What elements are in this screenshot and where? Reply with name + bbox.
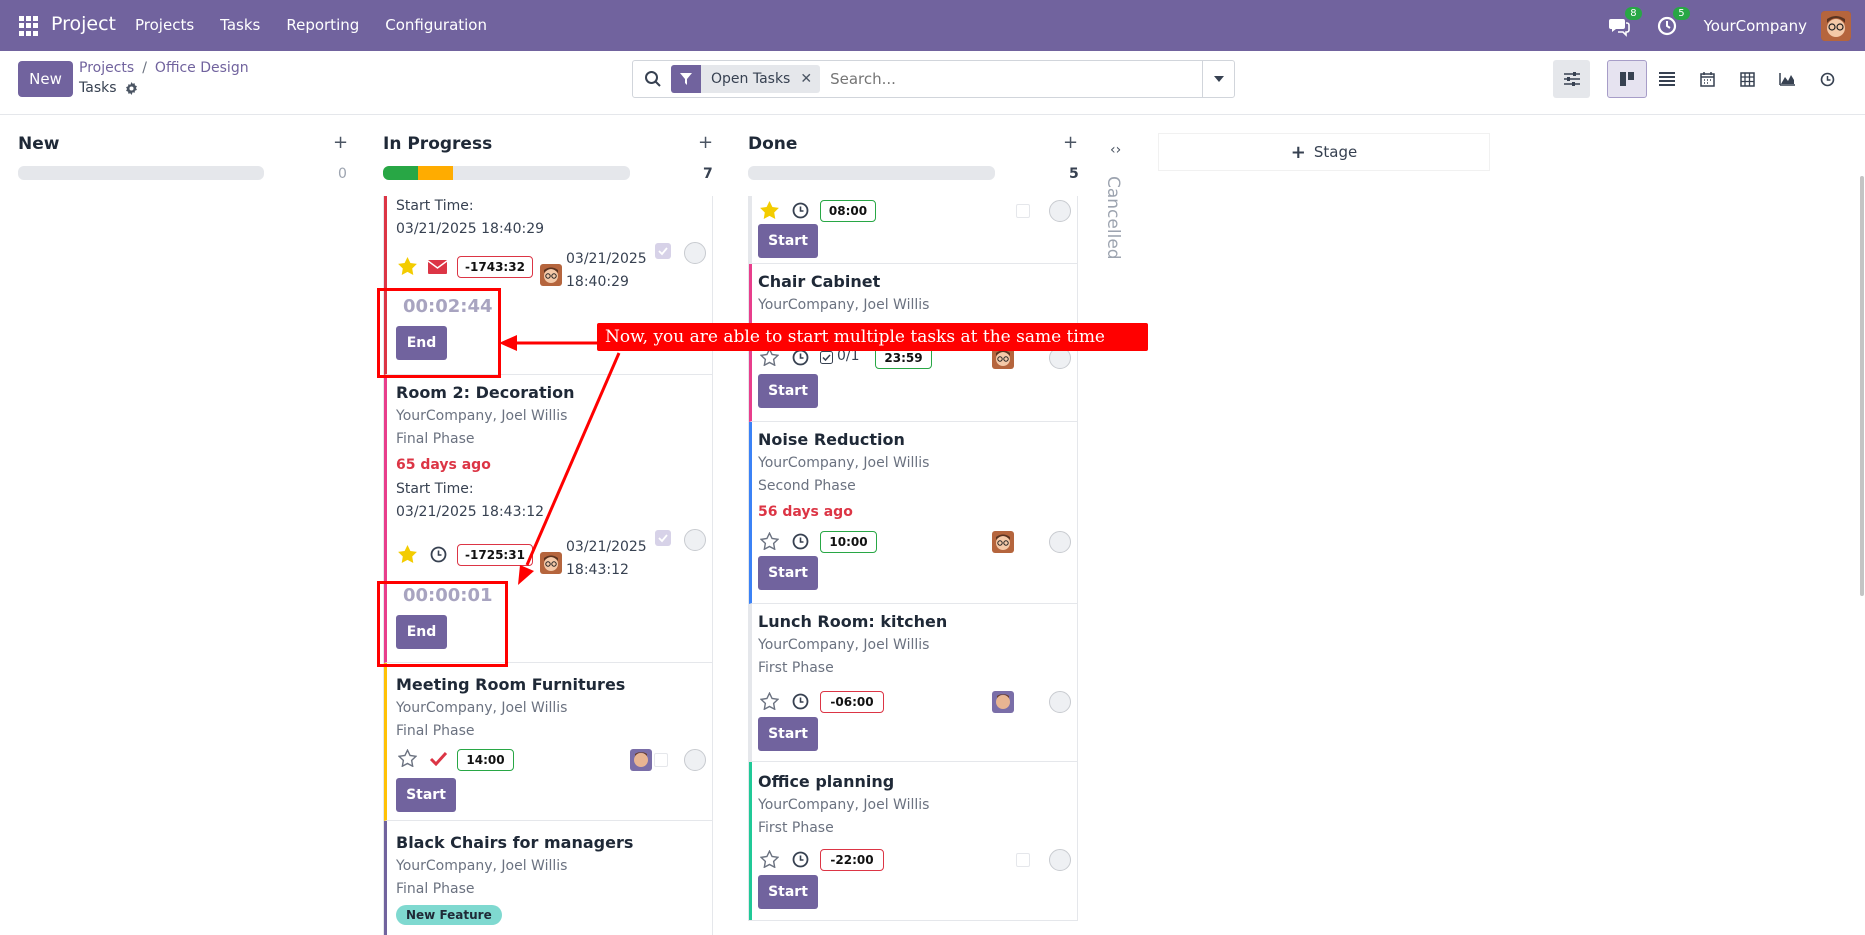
annotation-callout: Now, you are able to start multiple task… <box>597 323 1148 351</box>
annotation-arrows <box>499 335 621 585</box>
